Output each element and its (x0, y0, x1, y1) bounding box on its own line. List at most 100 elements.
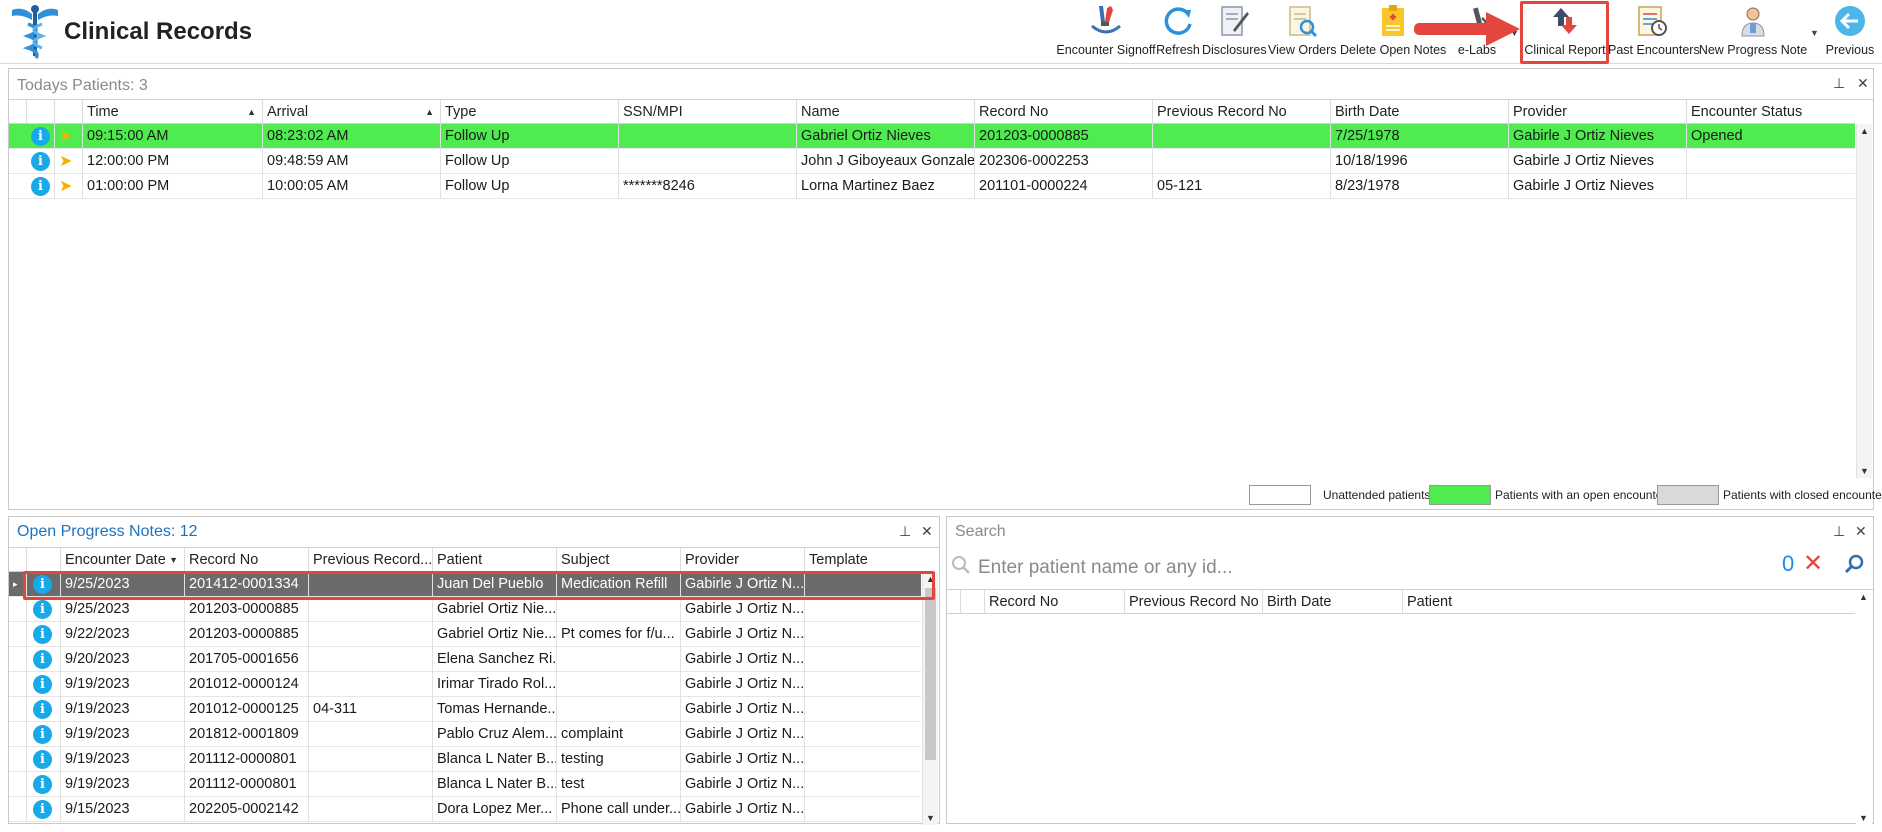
close-icon[interactable]: ✕ (1855, 523, 1867, 540)
open-notes-header: Encounter Date ▼ Record No Previous Recor… (9, 548, 921, 572)
header-record-no[interactable]: Record No (185, 548, 309, 572)
table-row[interactable]: ▸ i 9/25/2023 201412-0001334 Juan Del Pueblo… (9, 572, 921, 597)
cell-birth-date: 8/23/1978 (1331, 174, 1509, 199)
header-record-no[interactable]: Record No (975, 100, 1153, 124)
todays-patients-count: 3 (138, 77, 148, 94)
table-row[interactable]: i ➤ 09:15:00 AM 08:23:02 AM Follow Up Ga… (9, 124, 1855, 149)
e-labs-dropdown-icon[interactable]: ▼ (1510, 28, 1519, 38)
header-ssn[interactable]: SSN/MPI (619, 100, 797, 124)
scrollbar-thumb[interactable] (925, 588, 936, 760)
cell-provider: Gabirle J Ortiz N... (681, 722, 805, 747)
search-input[interactable] (976, 556, 1496, 580)
cell-template (805, 722, 921, 747)
header-encounter-status[interactable]: Encounter Status (1687, 100, 1855, 124)
table-row[interactable]: i 9/19/2023 201112-0000801 Blanca L Nater B… (9, 747, 921, 772)
header-previous-record[interactable]: Previous Record... (309, 548, 433, 572)
cell-previous-record (309, 722, 433, 747)
e-labs-button[interactable]: e-Labs (1452, 4, 1502, 60)
close-icon[interactable]: ✕ (921, 523, 933, 540)
header-birth-date[interactable]: Birth Date (1263, 590, 1403, 614)
past-encounters-icon (1638, 6, 1667, 36)
table-row[interactable]: i ➤ 01:00:00 PM 10:00:05 AM Follow Up **… (9, 174, 1855, 199)
header-template[interactable]: Template (805, 548, 921, 572)
search-results-scrollbar[interactable]: ▲ ▼ (1856, 590, 1872, 825)
clinical-report-button[interactable]: Clinical Report (1524, 4, 1606, 60)
cell-encounter-date: 9/15/2023 (61, 797, 185, 822)
header-encounter-date[interactable]: Encounter Date ▼ (61, 548, 185, 572)
info-icon[interactable]: i (33, 750, 52, 769)
cell-subject (557, 697, 681, 722)
pin-icon[interactable]: ⊥ (899, 523, 911, 540)
scroll-down-icon[interactable]: ▼ (1859, 813, 1868, 823)
header-patient[interactable]: Patient (1403, 590, 1855, 614)
info-icon[interactable]: i (33, 775, 52, 794)
cell-subject: testing (557, 747, 681, 772)
info-icon[interactable]: i (33, 675, 52, 694)
scroll-up-icon[interactable]: ▲ (1860, 126, 1869, 136)
header-provider[interactable]: Provider (1509, 100, 1687, 124)
disclosures-button[interactable]: Disclosures (1202, 4, 1267, 60)
new-progress-note-button[interactable]: New Progress Note (1698, 4, 1808, 60)
info-icon[interactable]: i (33, 800, 52, 819)
table-row[interactable]: i 9/19/2023 201012-0000124 Irimar Tirado Ro… (9, 672, 921, 697)
past-encounters-button[interactable]: Past Encounters (1608, 4, 1700, 60)
info-icon[interactable]: i (33, 600, 52, 619)
scroll-down-icon[interactable]: ▼ (926, 813, 935, 823)
table-row[interactable]: i 9/15/2023 202205-0002142 Dora Lopez Mer..… (9, 797, 921, 822)
info-icon[interactable]: i (33, 625, 52, 644)
previous-button[interactable]: Previous (1824, 4, 1876, 60)
header-time[interactable]: Time ▲ (83, 100, 263, 124)
table-row[interactable]: i 9/19/2023 201012-0000125 04-311 Tomas Hern… (9, 697, 921, 722)
new-progress-note-dropdown-icon[interactable]: ▼ (1810, 28, 1819, 38)
clear-search-icon[interactable]: ✕ (1803, 549, 1823, 578)
row-indicator (9, 597, 27, 622)
header-name[interactable]: Name (797, 100, 975, 124)
header-record-no[interactable]: Record No (985, 590, 1125, 614)
header-arrival[interactable]: Arrival ▲ (263, 100, 441, 124)
scroll-up-icon[interactable]: ▲ (1859, 592, 1868, 602)
delete-open-notes-button[interactable]: Delete Open Notes (1340, 4, 1446, 60)
info-icon[interactable]: i (33, 650, 52, 669)
table-row[interactable]: i 9/19/2023 201112-0000801 Blanca L Nater B… (9, 772, 921, 797)
todays-patients-scrollbar[interactable]: ▲ ▼ (1856, 124, 1872, 478)
info-icon[interactable]: i (33, 725, 52, 744)
pin-icon[interactable]: ⊥ (1833, 523, 1845, 540)
cell-provider: Gabirle J Ortiz Nieves (1509, 174, 1687, 199)
close-icon[interactable]: ✕ (1857, 75, 1869, 92)
table-row[interactable]: i 9/19/2023 201812-0001809 Pablo Cruz Alem.… (9, 722, 921, 747)
cell-encounter-date: 9/19/2023 (61, 697, 185, 722)
legend-closed-label: Patients with closed encounters (1723, 488, 1882, 502)
header-previous-record-no[interactable]: Previous Record No (1125, 590, 1263, 614)
scroll-down-icon[interactable]: ▼ (1860, 466, 1869, 476)
search-go-icon[interactable] (1843, 553, 1865, 575)
cell-ssn: *******8246 (619, 174, 797, 199)
pin-icon[interactable]: ⊥ (1833, 75, 1845, 92)
header-flag-col (55, 100, 83, 124)
table-row[interactable]: i ➤ 12:00:00 PM 09:48:59 AM Follow Up Jo… (9, 149, 1855, 174)
encounter-signoff-button[interactable]: Encounter Signoff (1056, 4, 1156, 60)
table-row[interactable]: i 9/22/2023 201203-0000885 Gabriel Ortiz Ni… (9, 622, 921, 647)
info-icon[interactable]: i (31, 152, 50, 171)
header-provider[interactable]: Provider (681, 548, 805, 572)
info-icon[interactable]: i (31, 127, 50, 146)
clinical-report-label: Clinical Report (1524, 43, 1606, 57)
table-row[interactable]: i 9/20/2023 201705-0001656 Elena Sanchez Ri… (9, 647, 921, 672)
info-icon[interactable]: i (33, 700, 52, 719)
header-previous-record-no[interactable]: Previous Record No (1153, 100, 1331, 124)
open-notes-scrollbar[interactable]: ▲ ▼ (922, 572, 938, 825)
cell-encounter-status (1687, 174, 1855, 199)
cell-subject: test (557, 772, 681, 797)
header-type[interactable]: Type (441, 100, 619, 124)
table-row[interactable]: i 9/25/2023 201203-0000885 Gabriel Ortiz Ni… (9, 597, 921, 622)
view-orders-button[interactable]: View Orders (1268, 4, 1337, 60)
refresh-button[interactable]: Refresh (1156, 4, 1200, 60)
encounter-signoff-label: Encounter Signoff (1056, 43, 1156, 57)
header-subject[interactable]: Subject (557, 548, 681, 572)
header-birth-date[interactable]: Birth Date (1331, 100, 1509, 124)
open-notes-grid: Encounter Date ▼ Record No Previous Recor… (9, 547, 939, 825)
cell-time: 01:00:00 PM (83, 174, 263, 199)
header-patient[interactable]: Patient (433, 548, 557, 572)
scroll-up-icon[interactable]: ▲ (926, 574, 935, 584)
info-icon[interactable]: i (33, 575, 52, 594)
info-icon[interactable]: i (31, 177, 50, 196)
